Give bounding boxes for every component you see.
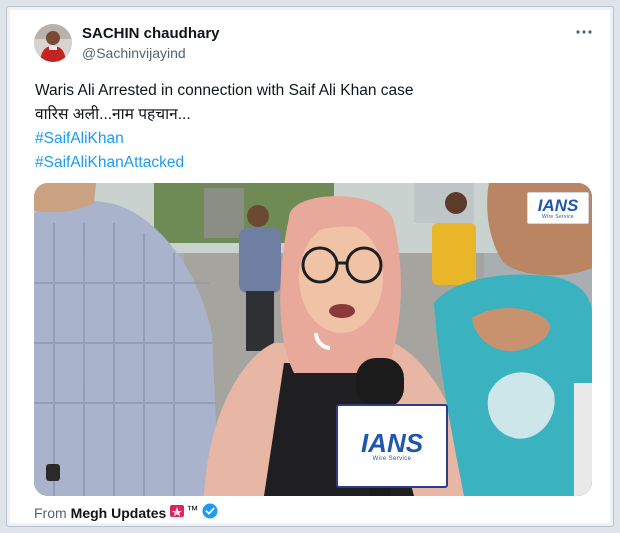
- more-options-button[interactable]: [569, 21, 599, 43]
- hashtag-link[interactable]: #SaifAliKhan: [35, 127, 414, 151]
- mic-flag-logo-text: IANS: [360, 428, 424, 458]
- user-handle[interactable]: @Sachinvijayind: [82, 45, 186, 61]
- ians-watermark-logo: IANS Wire Service: [527, 192, 589, 224]
- source-account-link[interactable]: Megh Updates: [71, 505, 167, 521]
- from-label: From: [34, 504, 67, 521]
- display-name[interactable]: SACHIN chaudhary: [82, 25, 220, 42]
- avatar[interactable]: [34, 24, 72, 62]
- watermark-logo-subtext: Wire Service: [542, 213, 574, 220]
- verified-badge-icon: [202, 503, 218, 522]
- post-card: SACHIN chaudhary @Sachinvijayind Waris A…: [6, 6, 614, 527]
- trademark-symbol: ™: [186, 502, 199, 517]
- post-text: Waris Ali Arrested in connection with Sa…: [35, 79, 414, 175]
- post-text-hindi-line: वारिस अली...नाम पहचान...: [35, 106, 191, 123]
- more-horizontal-icon: [576, 30, 592, 34]
- watermark-logo-text: IANS: [537, 195, 579, 215]
- avatar-image: [34, 24, 72, 62]
- red-flag-emoji-icon: [169, 504, 185, 521]
- source-attribution: From Megh Updates ™: [34, 503, 218, 522]
- mic-flag-logo-subtext: Wire Service: [372, 456, 412, 462]
- post-video-thumbnail[interactable]: IANS Wire Service IANS Wire Service: [34, 183, 592, 496]
- hashtag-link[interactable]: #SaifAliKhanAttacked: [35, 151, 414, 175]
- post-text-line: Waris Ali Arrested in connection with Sa…: [35, 82, 414, 99]
- video-frame-image: [34, 183, 592, 496]
- ians-mic-flag: IANS Wire Service: [336, 404, 448, 488]
